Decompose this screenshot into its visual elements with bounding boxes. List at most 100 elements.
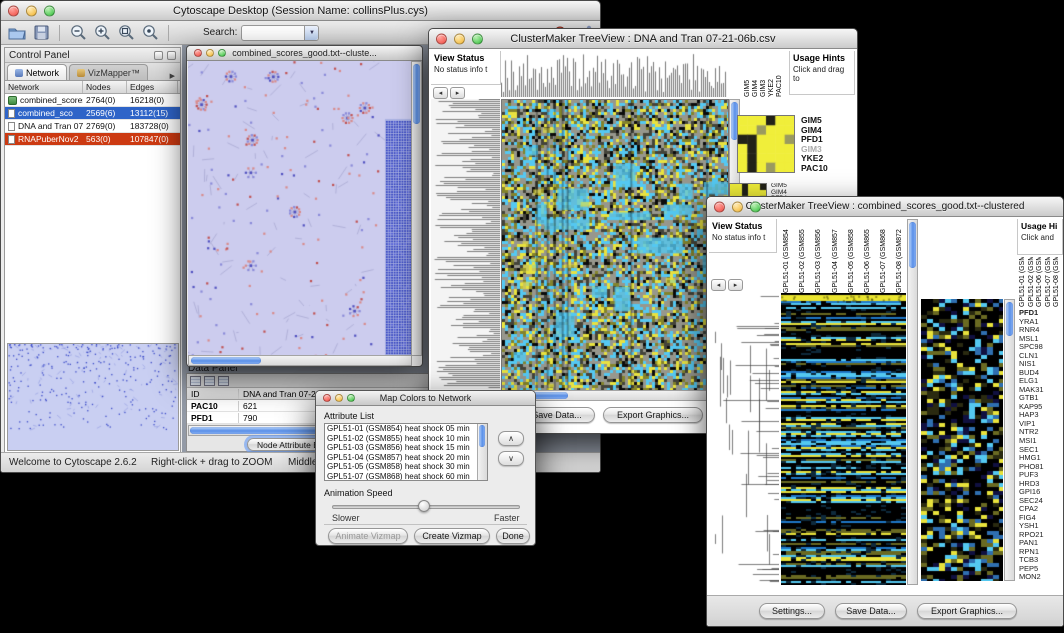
- gene-label[interactable]: YRA1: [1019, 318, 1063, 326]
- settings-button[interactable]: Settings...: [759, 603, 825, 619]
- row-dendrogram[interactable]: [709, 295, 779, 585]
- column-dendrogram[interactable]: [501, 51, 727, 97]
- attribute-list-item[interactable]: GPL51-05 (GSM858) heat shock 30 min: [325, 462, 477, 472]
- zoom-heatmap-canvas[interactable]: [921, 299, 1003, 581]
- correlation-matrix[interactable]: [737, 115, 795, 173]
- gene-label[interactable]: ELG1: [1019, 377, 1063, 385]
- attribute-list-item[interactable]: GPL51-03 (GSM856) heat shock 15 min: [325, 443, 477, 453]
- column-header-network[interactable]: Network: [5, 81, 83, 93]
- float-panel-icon[interactable]: [154, 51, 163, 60]
- minimize-button[interactable]: [335, 394, 343, 402]
- nav-right-button[interactable]: ▸: [450, 87, 465, 99]
- gene-label[interactable]: PAC10: [801, 164, 851, 173]
- gene-label[interactable]: MSI1: [1019, 437, 1063, 445]
- attribute-select-icon[interactable]: [190, 376, 201, 386]
- scrollbar-thumb[interactable]: [413, 64, 420, 124]
- zoom-out-icon[interactable]: [68, 24, 88, 42]
- gene-label[interactable]: PUF3: [1019, 471, 1063, 479]
- chevron-down-icon[interactable]: ▼: [304, 26, 318, 40]
- zoom-button[interactable]: [472, 33, 483, 44]
- export-graphics-button[interactable]: Export Graphics...: [603, 407, 703, 423]
- minimize-button[interactable]: [206, 49, 214, 57]
- gene-label[interactable]: NIS1: [1019, 360, 1063, 368]
- attribute-delete-icon[interactable]: [218, 376, 229, 386]
- gene-label[interactable]: MSL1: [1019, 335, 1063, 343]
- attribute-create-icon[interactable]: [204, 376, 215, 386]
- attribute-list-item[interactable]: GPL51-04 (GSM857) heat shock 20 min: [325, 453, 477, 463]
- gene-label[interactable]: SPC98: [1019, 343, 1063, 351]
- zoom-in-icon[interactable]: [92, 24, 112, 42]
- table-row[interactable]: DNA and Tran 07 2769(0) 183728(0): [5, 120, 180, 133]
- network-overview-thumbnail[interactable]: [7, 343, 179, 451]
- attribute-list-item[interactable]: GPL51-01 (GSM854) heat shock 05 min: [325, 424, 477, 434]
- close-panel-icon[interactable]: [167, 51, 176, 60]
- gene-label[interactable]: HAP3: [1019, 411, 1063, 419]
- close-button[interactable]: [323, 394, 331, 402]
- animate-vizmap-button[interactable]: Animate Vizmap: [328, 528, 408, 544]
- gene-label[interactable]: CPA2: [1019, 505, 1063, 513]
- gene-label[interactable]: PFD1: [801, 135, 851, 144]
- gene-label[interactable]: HMG1: [1019, 454, 1063, 462]
- nav-left-button[interactable]: ◂: [711, 279, 726, 291]
- save-data-button[interactable]: Save Data...: [835, 603, 907, 619]
- zoom-button[interactable]: [347, 394, 355, 402]
- gene-label[interactable]: PEP5: [1019, 565, 1063, 573]
- network-canvas[interactable]: [188, 61, 412, 356]
- gene-label[interactable]: SEC24: [1019, 497, 1063, 505]
- gene-label[interactable]: RPO21: [1019, 531, 1063, 539]
- gene-label[interactable]: MAK31: [1019, 386, 1063, 394]
- move-down-button[interactable]: ∨: [498, 451, 524, 466]
- close-button[interactable]: [8, 5, 19, 16]
- row-dendrogram[interactable]: [431, 99, 500, 389]
- close-button[interactable]: [436, 33, 447, 44]
- network-view-title-bar[interactable]: combined_scores_good.txt--cluste...: [187, 46, 422, 61]
- export-graphics-button[interactable]: Export Graphics...: [917, 603, 1017, 619]
- table-row[interactable]: combined_scores 2764(0) 16218(0): [5, 94, 180, 107]
- gene-label[interactable]: SEC1: [1019, 446, 1063, 454]
- gene-label[interactable]: MON2: [1019, 573, 1063, 581]
- column-header-id[interactable]: ID: [187, 389, 239, 399]
- attribute-list-item[interactable]: GPL51-02 (GSM855) heat shock 10 min: [325, 434, 477, 444]
- gene-label[interactable]: GIM3: [801, 145, 851, 154]
- gene-label[interactable]: GIM5: [801, 116, 851, 125]
- gene-label[interactable]: PFD1: [1019, 309, 1063, 317]
- scrollbar-thumb[interactable]: [191, 357, 261, 364]
- treeview2-title-bar[interactable]: ClusterMaker TreeView : combined_scores_…: [707, 197, 1063, 217]
- open-session-icon[interactable]: [7, 24, 27, 42]
- heatmap-canvas[interactable]: [781, 293, 906, 585]
- gene-label[interactable]: PHO81: [1019, 463, 1063, 471]
- gene-label[interactable]: HRD3: [1019, 480, 1063, 488]
- search-combobox[interactable]: ▼: [241, 25, 319, 41]
- zoom-button[interactable]: [750, 201, 761, 212]
- gene-label[interactable]: NTR2: [1019, 428, 1063, 436]
- dialog-title-bar[interactable]: Map Colors to Network: [316, 391, 535, 406]
- scrollbar-thumb[interactable]: [1006, 302, 1013, 336]
- gene-label[interactable]: BUD4: [1019, 369, 1063, 377]
- gene-label[interactable]: TCB3: [1019, 556, 1063, 564]
- minimize-button[interactable]: [732, 201, 743, 212]
- zoom-selected-icon[interactable]: [140, 24, 160, 42]
- main-title-bar[interactable]: Cytoscape Desktop (Session Name: collins…: [1, 1, 600, 21]
- close-button[interactable]: [194, 49, 202, 57]
- column-header-edges[interactable]: Edges: [127, 81, 178, 93]
- gene-label[interactable]: KAP95: [1019, 403, 1063, 411]
- zoom-fit-icon[interactable]: [116, 24, 136, 42]
- create-vizmap-button[interactable]: Create Vizmap: [414, 528, 490, 544]
- tab-overflow-icon[interactable]: ▶: [167, 72, 178, 80]
- zoom-button[interactable]: [218, 49, 226, 57]
- speed-slider-thumb[interactable]: [418, 500, 430, 512]
- minimize-button[interactable]: [26, 5, 37, 16]
- nav-left-button[interactable]: ◂: [433, 87, 448, 99]
- close-button[interactable]: [714, 201, 725, 212]
- gene-label[interactable]: RPN1: [1019, 548, 1063, 556]
- attribute-list-item[interactable]: GPL51-07 (GSM868) heat shock 60 min: [325, 472, 477, 481]
- gene-label[interactable]: RNR4: [1019, 326, 1063, 334]
- table-row-highlighted[interactable]: RNAPuberNov2 563(0) 107847(0): [5, 133, 180, 146]
- scrollbar-thumb[interactable]: [909, 222, 916, 268]
- save-session-icon[interactable]: [31, 24, 51, 42]
- gene-label[interactable]: FIG4: [1019, 514, 1063, 522]
- minimize-button[interactable]: [454, 33, 465, 44]
- nav-right-button[interactable]: ▸: [728, 279, 743, 291]
- gene-label[interactable]: CLN1: [1019, 352, 1063, 360]
- tab-network[interactable]: Network: [7, 64, 67, 80]
